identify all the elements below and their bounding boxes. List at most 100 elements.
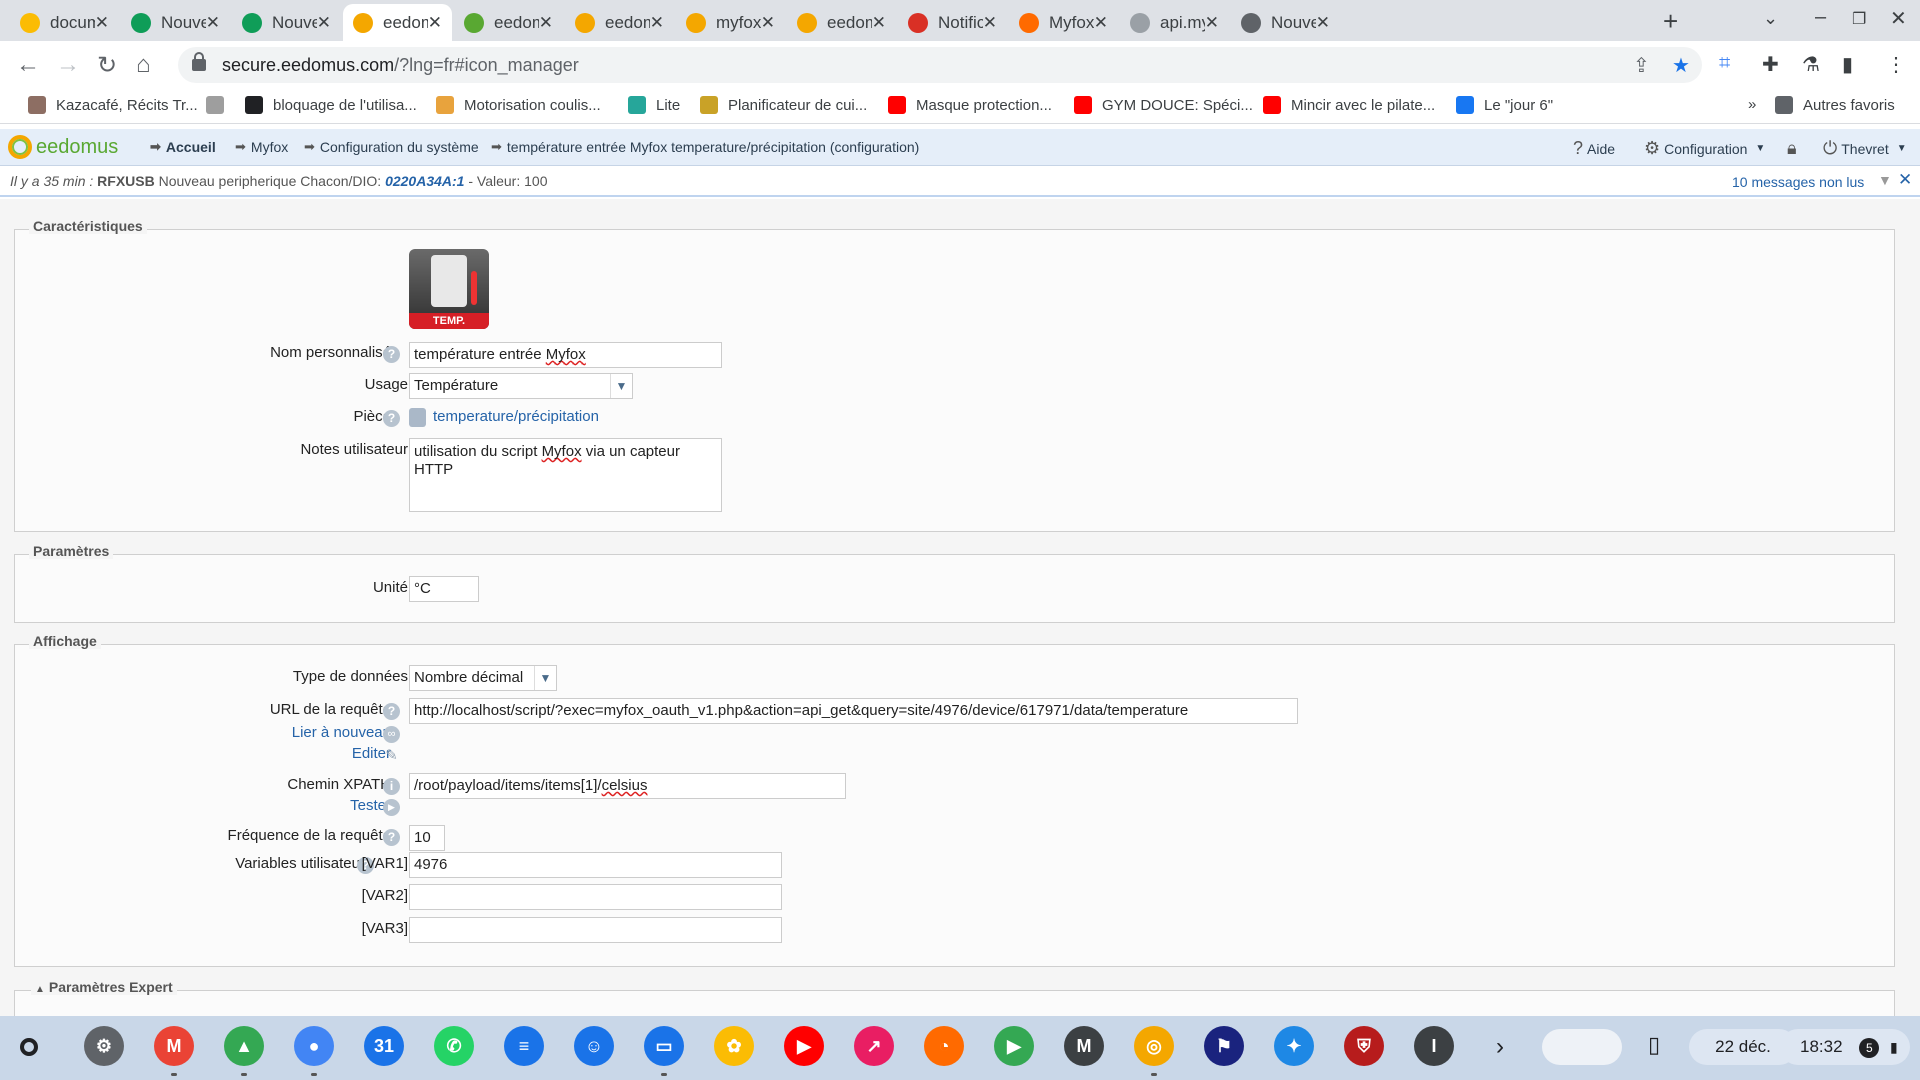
- phone-hub-icon[interactable]: ▯: [1648, 1032, 1660, 1058]
- unread-messages-link[interactable]: 10 messages non lus: [1732, 174, 1864, 190]
- bookmarks-overflow-icon[interactable]: »: [1748, 96, 1756, 113]
- close-window-icon[interactable]: ✕: [1890, 6, 1907, 31]
- breadcrumb-myfox[interactable]: ➡ Myfox: [235, 139, 288, 155]
- restore-icon[interactable]: ❐: [1852, 9, 1866, 29]
- tab-close-icon[interactable]: ✕: [761, 13, 775, 33]
- var1-input[interactable]: 4976: [409, 852, 782, 878]
- help-icon[interactable]: ?: [383, 703, 400, 720]
- bouygues-app-icon[interactable]: ✦: [1274, 1026, 1314, 1066]
- var2-input[interactable]: [409, 884, 782, 910]
- browser-tab[interactable]: eedomu✕: [343, 4, 452, 41]
- orange-app-icon[interactable]: ◔: [924, 1026, 964, 1066]
- i-app-icon[interactable]: I: [1414, 1026, 1454, 1066]
- labs-icon[interactable]: ⚗: [1802, 52, 1820, 77]
- breadcrumb-current[interactable]: ➡ température entrée Myfox temperature/p…: [491, 139, 919, 155]
- bookmark-item[interactable]: GYM DOUCE: Spéci...: [1074, 96, 1253, 114]
- clock-tray[interactable]: 18:32 5 ▮: [1780, 1029, 1910, 1065]
- room-link[interactable]: temperature/précipitation: [433, 408, 599, 425]
- browser-tab[interactable]: Nouvel o✕: [232, 4, 341, 41]
- crest-app-icon[interactable]: ⛨: [1344, 1026, 1384, 1066]
- tab-close-icon[interactable]: ✕: [983, 13, 997, 33]
- configuration-menu[interactable]: ⚙ Configuration ▼: [1644, 138, 1765, 159]
- expand-messages-icon[interactable]: ▼: [1878, 172, 1892, 188]
- tab-close-icon[interactable]: ✕: [317, 13, 331, 33]
- extensions-icon[interactable]: ✚: [1762, 52, 1779, 77]
- device-icon[interactable]: TEMP.: [409, 249, 489, 329]
- bookmark-item[interactable]: Masque protection...: [888, 96, 1052, 114]
- messages-app-icon[interactable]: ≡: [504, 1026, 544, 1066]
- bookmark-item[interactable]: Motorisation coulis...: [436, 96, 601, 114]
- notes-textarea[interactable]: utilisation du script Myfox via un capte…: [409, 438, 722, 512]
- browser-tab[interactable]: Nouvel o✕: [121, 4, 230, 41]
- bookmark-item[interactable]: [206, 96, 234, 114]
- holding-space-icon[interactable]: [1542, 1029, 1622, 1065]
- play-store-app-icon[interactable]: ▶: [994, 1026, 1034, 1066]
- back-icon[interactable]: ←: [16, 51, 40, 79]
- xpath-input[interactable]: /root/payload/items/items[1]/celsius: [409, 773, 846, 799]
- files-app-icon[interactable]: ▭: [644, 1026, 684, 1066]
- browser-tab[interactable]: Myfox A✕: [1009, 4, 1118, 41]
- name-input[interactable]: température entrée Myfox: [409, 342, 722, 368]
- tab-search-icon[interactable]: ⌄: [1763, 8, 1778, 29]
- browser-tab[interactable]: eedomu✕: [565, 4, 674, 41]
- tab-close-icon[interactable]: ✕: [1205, 13, 1219, 33]
- other-bookmarks-folder[interactable]: Autres favoris: [1775, 96, 1895, 114]
- play-icon[interactable]: ▶: [383, 799, 400, 816]
- flag-app-icon[interactable]: ⚑: [1204, 1026, 1244, 1066]
- home-icon[interactable]: ⌂: [136, 51, 151, 79]
- tab-close-icon[interactable]: ✕: [1094, 13, 1108, 33]
- tab-close-icon[interactable]: ✕: [1316, 13, 1330, 33]
- breadcrumb-home[interactable]: ➡ Accueil: [150, 139, 216, 155]
- var3-input[interactable]: [409, 917, 782, 943]
- help-link[interactable]: ? Aide: [1573, 138, 1615, 159]
- lock-button[interactable]: 🔒︎: [1787, 138, 1801, 159]
- minimize-icon[interactable]: –: [1815, 6, 1826, 29]
- bookmark-star-icon[interactable]: ★: [1672, 53, 1690, 78]
- browser-tab[interactable]: eedomu✕: [454, 4, 563, 41]
- side-panel-icon[interactable]: ▮: [1842, 52, 1853, 77]
- lock-icon[interactable]: [192, 52, 206, 71]
- browser-tab[interactable]: documer✕: [10, 4, 119, 41]
- close-message-icon[interactable]: ✕: [1898, 170, 1912, 190]
- shelf-overflow-icon[interactable]: ›: [1496, 1033, 1504, 1061]
- m-app-icon[interactable]: M: [1064, 1026, 1104, 1066]
- bookmark-item[interactable]: Planificateur de cui...: [700, 96, 867, 114]
- bookmark-item[interactable]: Kazacafé, Récits Tr...: [28, 96, 198, 114]
- bookmark-item[interactable]: Le "jour 6": [1456, 96, 1553, 114]
- tab-close-icon[interactable]: ✕: [539, 13, 553, 33]
- info-icon[interactable]: i: [383, 778, 400, 795]
- tab-close-icon[interactable]: ✕: [872, 13, 886, 33]
- datatype-select[interactable]: Nombre décimal ▼: [409, 665, 557, 691]
- photos-app-icon[interactable]: ✿: [714, 1026, 754, 1066]
- url-text[interactable]: secure.eedomus.com/?lng=fr#icon_manager: [222, 55, 579, 76]
- unit-input[interactable]: °C: [409, 576, 479, 602]
- new-tab-button[interactable]: +: [1663, 6, 1678, 37]
- relink-link[interactable]: Lier à nouveau: [292, 724, 391, 741]
- gmail-app-icon[interactable]: M: [154, 1026, 194, 1066]
- drive-app-icon[interactable]: ▲: [224, 1026, 264, 1066]
- breadcrumb-system-config[interactable]: ➡ Configuration du système: [304, 139, 479, 155]
- url-input[interactable]: http://localhost/script/?exec=myfox_oaut…: [409, 698, 1298, 724]
- tab-close-icon[interactable]: ✕: [650, 13, 664, 33]
- arrow-app-icon[interactable]: ↗: [854, 1026, 894, 1066]
- browser-tab[interactable]: eedomu✕: [787, 4, 896, 41]
- forward-icon[interactable]: →: [56, 51, 80, 79]
- browser-tab[interactable]: myfox_o✕: [676, 4, 785, 41]
- frequency-input[interactable]: 10: [409, 825, 445, 851]
- help-icon[interactable]: ?: [383, 346, 400, 363]
- help-icon[interactable]: ?: [383, 410, 400, 427]
- browser-tab[interactable]: api.myfo✕: [1120, 4, 1229, 41]
- settings-app-icon[interactable]: ⚙: [84, 1026, 124, 1066]
- translate-icon[interactable]: ⌗: [1719, 52, 1730, 75]
- bookmark-item[interactable]: bloquage de l'utilisa...: [245, 96, 417, 114]
- bookmark-item[interactable]: Mincir avec le pilate...: [1263, 96, 1435, 114]
- chrome-app-icon[interactable]: ●: [294, 1026, 334, 1066]
- share-icon[interactable]: ⇪: [1633, 53, 1650, 78]
- usage-select[interactable]: Température ▼: [409, 373, 633, 399]
- address-bar[interactable]: secure.eedomus.com/?lng=fr#icon_manager …: [178, 47, 1702, 83]
- user-menu[interactable]: ⏻ Thevret ▼: [1823, 138, 1907, 159]
- reload-icon[interactable]: ↻: [97, 51, 117, 80]
- help-icon[interactable]: ?: [383, 829, 400, 846]
- whatsapp-app-icon[interactable]: ✆: [434, 1026, 474, 1066]
- youtube-app-icon[interactable]: ▶: [784, 1026, 824, 1066]
